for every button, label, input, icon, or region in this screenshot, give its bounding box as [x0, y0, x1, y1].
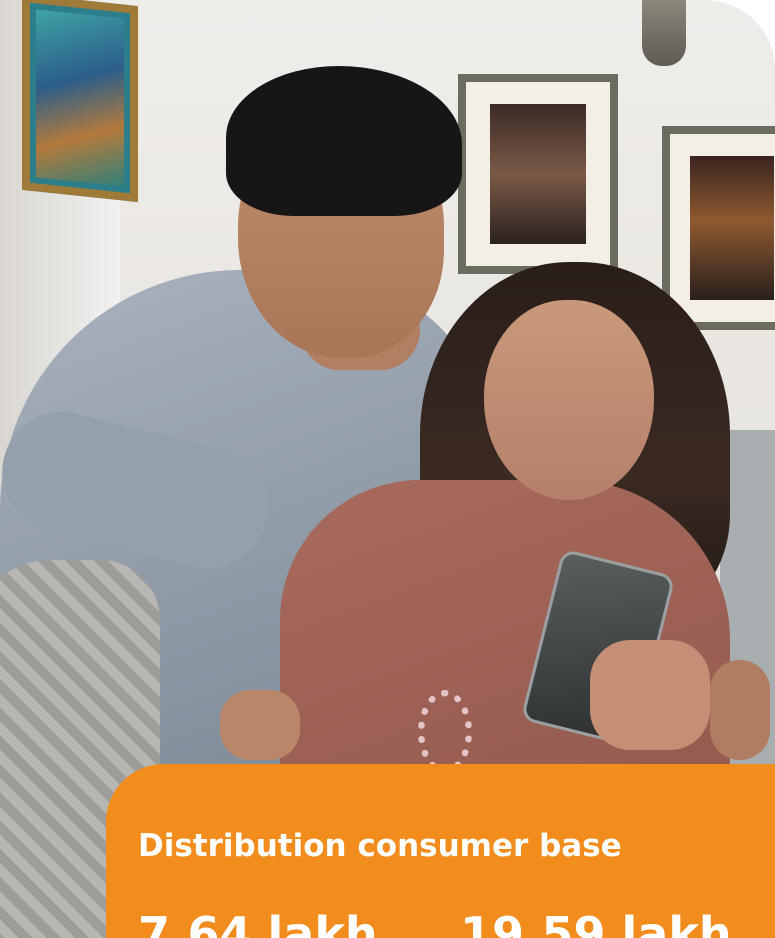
- wall-painting-center: [458, 74, 618, 274]
- man-hand-right: [710, 660, 770, 760]
- wall-painting-right: [662, 126, 775, 330]
- page-frame: Distribution consumer base 7.64 lakh 19.…: [0, 0, 775, 938]
- stat-value-1: 7.64 lakh: [138, 907, 378, 938]
- stat-value-2: 19.59 lakh: [460, 907, 732, 938]
- woman-face: [484, 300, 654, 500]
- man-hair: [226, 66, 462, 216]
- wall-painting-left: [22, 0, 138, 203]
- wall-lamp: [642, 0, 686, 66]
- woman-hand: [590, 640, 710, 750]
- stats-row: 7.64 lakh 19.59 lakh: [138, 908, 732, 938]
- man-hand-left: [220, 690, 300, 760]
- stat-card: Distribution consumer base 7.64 lakh 19.…: [106, 764, 775, 938]
- card-title: Distribution consumer base: [138, 828, 622, 864]
- bracelet: [418, 690, 472, 774]
